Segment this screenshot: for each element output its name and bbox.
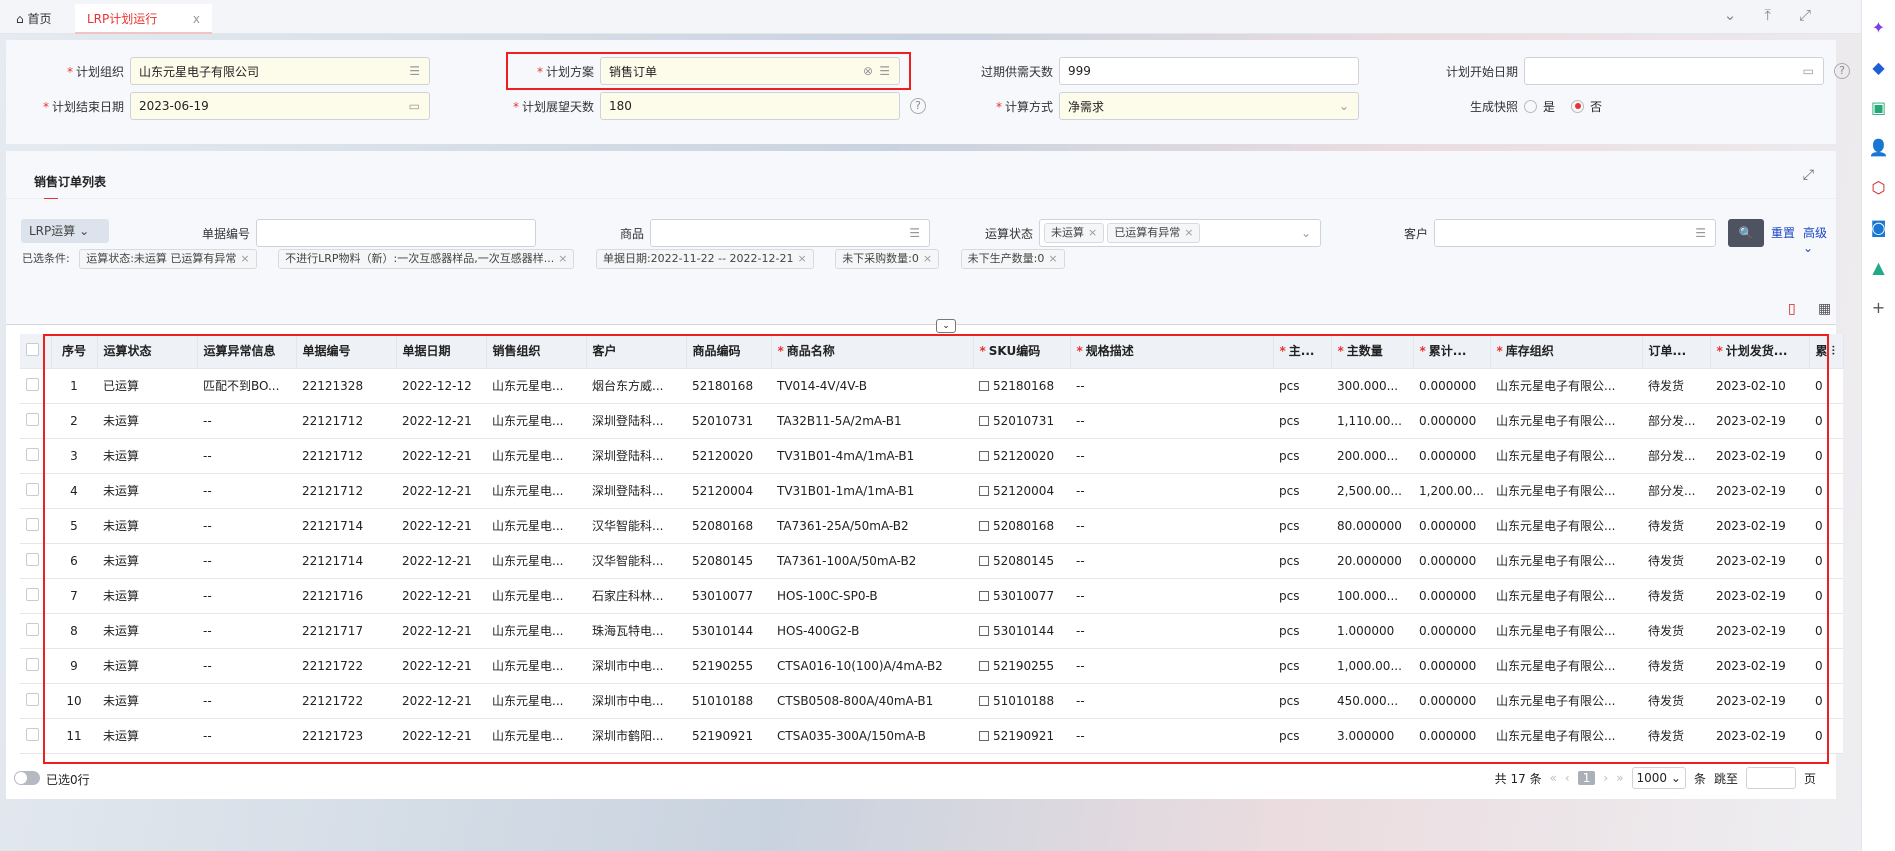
status-tag: 已运算有异常 × — [1107, 223, 1201, 243]
fullscreen-icon[interactable]: ⤢ — [1799, 6, 1811, 24]
jump-page-input[interactable] — [1745, 767, 1796, 789]
selected-conditions: 已选条件: 运算状态:未运算 已运算有异常 × 不进行LRP物料（新）:一次互感器… — [22, 249, 1068, 269]
add-icon[interactable]: + — [1862, 298, 1895, 320]
chevron-double-down-icon[interactable]: ⌄ — [1724, 6, 1737, 24]
snapshot-yes-radio[interactable]: 是 — [1524, 98, 1555, 115]
diamond-icon[interactable]: ◆ — [1862, 58, 1895, 80]
close-icon[interactable]: × — [240, 252, 249, 265]
row-checkbox[interactable] — [26, 517, 39, 531]
home-icon: ⌂ — [16, 12, 28, 26]
copilot-icon[interactable]: ✦ — [1862, 18, 1895, 40]
filter-bar: LRP运算 ⌄ 单据编号 商品 ☰ 运算状态 未运算 × 已运算有异常 × ⌄ 客户 ☰ 🔍 … — [6, 199, 1836, 333]
row-checkbox[interactable] — [26, 587, 39, 601]
chevron-down-icon: ⌄ — [1338, 99, 1349, 113]
help-icon[interactable]: ? — [1834, 63, 1850, 79]
tab-home[interactable]: ⌂ 首页 — [4, 4, 63, 34]
people-icon[interactable]: 👤 — [1862, 138, 1895, 160]
office-icon[interactable]: ⬡ — [1862, 178, 1895, 200]
row-checkbox[interactable] — [26, 377, 39, 391]
collapse-toggle[interactable]: ⌄ — [936, 319, 956, 333]
row-checkbox[interactable] — [26, 622, 39, 636]
close-icon[interactable]: × — [1088, 226, 1097, 239]
condition-chip: 未下生产数量:0 × — [960, 249, 1065, 269]
condition-chip: 单据日期:2022-11-22 -- 2022-12-21 × — [595, 249, 814, 269]
outlook-icon[interactable]: ◙ — [1862, 218, 1895, 240]
condition-chip: 未下采购数量:0 × — [835, 249, 940, 269]
close-icon[interactable]: × — [1048, 252, 1057, 265]
row-checkbox[interactable] — [26, 692, 39, 706]
list-icon: ☰ — [1695, 226, 1706, 240]
highlight-table-box — [43, 334, 1829, 764]
help-icon[interactable]: ? — [910, 98, 926, 114]
plan-org-field: * 计划组织 山东元星电子有限公司 ☰ — [26, 57, 430, 85]
overdue-days-field: 过期供需天数 999 — [966, 57, 1359, 85]
calendar-icon: ▭ — [408, 99, 420, 113]
table-footer: 已选0行 共 17 条 « ‹ 1 › » 1000 ⌄ 条 跳至 页 — [6, 763, 1836, 793]
tab-lrp-plan-run[interactable]: LRP计划运行 x — [75, 4, 212, 34]
tab-bar: ⌂ 首页 LRP计划运行 x ⌄ ⤒ ⤢ — [0, 0, 1861, 34]
status-tag: 未运算 × — [1044, 223, 1105, 243]
calc-method-select[interactable]: 净需求 ⌄ — [1059, 92, 1359, 120]
list-icon: ☰ — [909, 226, 920, 240]
next-page-icon[interactable]: › — [1603, 771, 1608, 785]
page-1-button[interactable]: 1 — [1577, 771, 1596, 785]
keyboard-icon[interactable]: ▦ — [1818, 301, 1831, 317]
close-icon[interactable]: x — [193, 4, 200, 34]
doc-no-input[interactable] — [256, 219, 536, 247]
chevron-down-icon: ⌄ — [1300, 226, 1311, 240]
prev-page-icon[interactable]: ‹ — [1565, 771, 1570, 785]
plan-form: * 计划组织 山东元星电子有限公司 ☰ * 计划方案 销售订单 ⊗ ☰ 过期供需天数 99… — [6, 40, 1850, 144]
calendar-icon: ▭ — [1802, 64, 1814, 78]
overdue-days-input[interactable]: 999 — [1059, 57, 1359, 85]
close-icon[interactable]: × — [797, 252, 806, 265]
row-checkbox[interactable] — [26, 727, 39, 741]
row-checkbox[interactable] — [26, 482, 39, 496]
search-button[interactable]: 🔍 — [1728, 219, 1764, 247]
advanced-link[interactable]: 高级 ⌄ — [1803, 224, 1836, 255]
snapshot-no-radio[interactable]: 否 — [1571, 98, 1602, 115]
status-multiselect[interactable]: 未运算 × 已运算有异常 × ⌄ — [1039, 219, 1321, 247]
plan-start-date-field: 计划开始日期 ▭ ? — [1426, 57, 1850, 85]
snapshot-field: 生成快照 是 否 — [1469, 98, 1603, 115]
plan-org-input[interactable]: 山东元星电子有限公司 ☰ — [130, 57, 430, 85]
reset-link[interactable]: 重置 — [1771, 224, 1795, 241]
condition-chip: 不进行LRP物料（新）:一次互感器样品,一次互感器样... × — [278, 249, 575, 269]
expand-icon[interactable]: ⤢ — [1803, 167, 1814, 183]
first-page-icon[interactable]: « — [1550, 771, 1557, 785]
calc-method-field: * 计算方式 净需求 ⌄ — [966, 92, 1359, 120]
horizon-days-input[interactable]: 180 — [600, 92, 900, 120]
plan-end-date-field: * 计划结束日期 2023-06-19 ▭ — [26, 92, 430, 120]
page-size-select[interactable]: 1000 ⌄ — [1631, 767, 1686, 789]
condition-chip: 运算状态:未运算 已运算有异常 × — [79, 249, 257, 269]
toolbox-icon[interactable]: ▣ — [1862, 98, 1895, 120]
horizon-days-field: * 计划展望天数 180 ? — [496, 92, 926, 120]
highlight-scheme-box — [506, 52, 911, 90]
list-icon: ☰ — [409, 64, 420, 78]
search-icon: 🔍 — [1738, 226, 1754, 240]
row-checkbox[interactable] — [26, 657, 39, 671]
plan-end-date-input[interactable]: 2023-06-19 ▭ — [130, 92, 430, 120]
tab-sales-order-list[interactable]: 销售订单列表 — [34, 173, 106, 200]
pagination: 共 17 条 « ‹ 1 › » 1000 ⌄ 条 跳至 页 — [1495, 767, 1816, 789]
row-checkbox[interactable] — [26, 412, 39, 426]
last-page-icon[interactable]: » — [1616, 771, 1623, 785]
close-icon[interactable]: × — [558, 252, 567, 265]
close-icon[interactable]: × — [923, 252, 932, 265]
row-checkbox[interactable] — [26, 552, 39, 566]
row-checkbox[interactable] — [26, 447, 39, 461]
ui-settings-icon[interactable]: ▯ — [1788, 301, 1796, 317]
plan-start-date-input[interactable]: ▭ — [1524, 57, 1824, 85]
upload-icon[interactable]: ⤒ — [1764, 6, 1771, 24]
tree-icon[interactable]: ▲ — [1862, 258, 1895, 280]
side-app-strip: ✦ ◆ ▣ 👤 ⬡ ◙ ▲ + — [1861, 0, 1895, 851]
close-icon[interactable]: × — [1184, 226, 1193, 239]
lrp-run-dropdown[interactable]: LRP运算 ⌄ — [21, 219, 109, 243]
customer-input[interactable]: ☰ — [1434, 219, 1716, 247]
selected-only-toggle[interactable] — [14, 771, 40, 785]
goods-input[interactable]: ☰ — [650, 219, 930, 247]
